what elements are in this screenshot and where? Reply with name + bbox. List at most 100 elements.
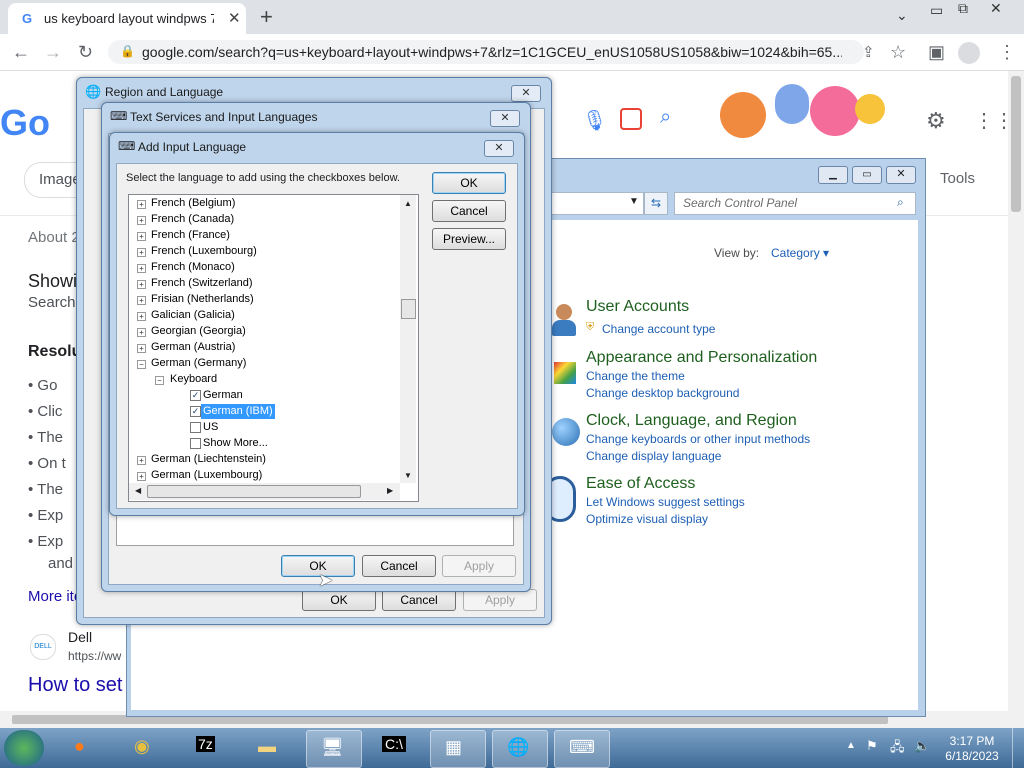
cp-minimize-button[interactable]: ▁ [818, 166, 848, 184]
scroll-up-icon[interactable]: ▲ [404, 199, 412, 208]
expand-icon[interactable]: + [137, 248, 146, 257]
add-input-ok-button[interactable]: OK [432, 172, 506, 194]
more-items-link[interactable]: More ite [28, 588, 82, 605]
cmd-taskbar-button[interactable]: C:\ [368, 730, 422, 766]
layout-item-selected[interactable]: German (IBM) [201, 404, 275, 419]
expand-icon[interactable]: + [137, 280, 146, 289]
change-account-type-link[interactable]: Change account type [602, 322, 715, 336]
firefox-taskbar-button[interactable]: ● [60, 730, 114, 766]
tree-vertical-scrollbar[interactable]: ▲ ▼ [400, 195, 416, 483]
google-logo[interactable]: Go [0, 102, 50, 144]
layout-checkbox-german-ibm[interactable]: ✓ [190, 406, 201, 417]
control-panel-taskbar-button[interactable]: ▦ [430, 730, 486, 768]
tree-item[interactable]: German (Liechtenstein) [151, 452, 266, 467]
expand-icon[interactable]: + [137, 312, 146, 321]
vertical-scroll-thumb[interactable] [1011, 76, 1021, 212]
chrome-menu-icon[interactable]: ⋮ [998, 42, 1016, 63]
scroll-left-icon[interactable]: ◀ [135, 486, 141, 495]
collapse-icon[interactable]: − [137, 360, 146, 369]
layout-item[interactable]: Show More... [203, 436, 268, 451]
tree-item[interactable]: French (Canada) [151, 212, 234, 227]
tree-item[interactable]: German (Austria) [151, 340, 235, 355]
address-bar[interactable]: 🔒 google.com/search?q=us+keyboard+layout… [108, 40, 864, 64]
ease-of-access-icon[interactable] [544, 474, 580, 522]
search-icon[interactable]: ⌕ [660, 106, 671, 129]
show-hidden-icons[interactable]: ▲ [846, 740, 856, 751]
minimize-icon[interactable]: ▭ [930, 2, 943, 19]
user-accounts-link[interactable]: User Accounts [586, 298, 689, 316]
expand-icon[interactable]: + [137, 344, 146, 353]
start-button[interactable] [4, 730, 44, 766]
chrome-taskbar-button[interactable]: ◉ [120, 730, 174, 766]
tree-scroll-thumb[interactable] [401, 299, 416, 319]
layout-checkbox-us[interactable] [190, 422, 201, 433]
tab-search-icon[interactable]: ⌄ [896, 7, 908, 24]
expand-icon[interactable]: + [137, 264, 146, 273]
expand-icon[interactable]: + [137, 328, 146, 337]
text-services-taskbar-button[interactable]: ⌨ [554, 730, 610, 768]
7zip-taskbar-button[interactable]: 7z [182, 730, 236, 766]
clock-language-region-icon[interactable] [550, 414, 580, 454]
cp-address-bar[interactable]: ▼ [550, 192, 644, 215]
change-theme-link[interactable]: Change the theme [586, 369, 685, 383]
scroll-right-icon[interactable]: ▶ [387, 486, 393, 495]
voice-search-icon[interactable]: 🎙 [582, 108, 607, 133]
tools-button[interactable]: Tools [940, 170, 975, 187]
cp-maximize-button[interactable]: ▭ [852, 166, 882, 184]
tree-hscroll-thumb[interactable] [147, 485, 361, 498]
action-center-icon[interactable]: ⚑ [866, 738, 878, 754]
keyboard-node[interactable]: Keyboard [170, 372, 217, 387]
maximize-icon[interactable]: ⧉ [958, 0, 968, 17]
forward-icon[interactable]: → [44, 42, 62, 63]
expand-icon[interactable]: + [137, 200, 146, 209]
collapse-icon[interactable]: − [155, 376, 164, 385]
new-tab-icon[interactable]: + [260, 4, 273, 30]
close-window-icon[interactable]: ✕ [990, 0, 1002, 17]
clock-language-region-link[interactable]: Clock, Language, and Region [586, 412, 797, 430]
tree-item-expanded[interactable]: German (Germany) [151, 356, 246, 371]
settings-gear-icon[interactable]: ⚙ [926, 108, 946, 134]
appearance-link[interactable]: Appearance and Personalization [586, 349, 817, 367]
tree-horizontal-scrollbar[interactable]: ◀ ▶ [129, 483, 400, 500]
text-services-close-button[interactable]: ✕ [490, 110, 520, 127]
region-apply-button[interactable]: Apply [463, 589, 537, 611]
layout-checkbox-german[interactable]: ✓ [190, 390, 201, 401]
result-title-link[interactable]: How to set [28, 674, 122, 697]
text-services-apply-button[interactable]: Apply [442, 555, 516, 577]
expand-icon[interactable]: + [137, 472, 146, 481]
region-taskbar-button[interactable]: 🌐 [492, 730, 548, 768]
share-icon[interactable]: ⇪ [862, 43, 875, 61]
appearance-icon[interactable] [550, 352, 580, 392]
change-desktop-background-link[interactable]: Change desktop background [586, 386, 739, 400]
add-input-close-button[interactable]: ✕ [484, 140, 514, 157]
tree-item[interactable]: French (Switzerland) [151, 276, 252, 291]
cp-search-input[interactable]: Search Control Panel ⌕ [674, 192, 916, 215]
ease-of-access-link[interactable]: Ease of Access [586, 475, 695, 493]
view-by-dropdown[interactable]: Category ▾ [771, 246, 829, 260]
add-input-cancel-button[interactable]: Cancel [432, 200, 506, 222]
change-keyboards-link[interactable]: Change keyboards or other input methods [586, 432, 810, 446]
close-tab-icon[interactable]: ✕ [228, 9, 241, 27]
setup-taskbar-button[interactable]: 🖥 [306, 730, 362, 768]
refresh-icon[interactable]: ⇆ [644, 192, 668, 215]
network-icon[interactable]: 🖧 [890, 738, 905, 760]
expand-icon[interactable]: + [137, 296, 146, 305]
layout-item[interactable]: German [203, 388, 243, 403]
side-panel-icon[interactable]: ▣ [928, 42, 945, 63]
browser-tab[interactable]: G us keyboard layout windpws 7 - G ✕ [8, 3, 246, 34]
optimize-visual-display-link[interactable]: Optimize visual display [586, 512, 708, 526]
region-ok-button[interactable]: OK [302, 589, 376, 611]
tree-item[interactable]: Georgian (Georgia) [151, 324, 246, 339]
explorer-taskbar-button[interactable]: ▬ [244, 730, 298, 766]
expand-icon[interactable]: + [137, 456, 146, 465]
user-accounts-icon[interactable] [550, 300, 580, 340]
tree-item[interactable]: Frisian (Netherlands) [151, 292, 254, 307]
tree-item[interactable]: Galician (Galicia) [151, 308, 235, 323]
back-icon[interactable]: ← [12, 42, 30, 63]
search-instead[interactable]: Search [28, 294, 76, 311]
tree-item[interactable]: French (Monaco) [151, 260, 235, 275]
reload-icon[interactable]: ↻ [78, 42, 93, 63]
lens-icon[interactable] [620, 108, 642, 130]
text-services-cancel-button[interactable]: Cancel [362, 555, 436, 577]
scroll-down-icon[interactable]: ▼ [404, 471, 412, 480]
